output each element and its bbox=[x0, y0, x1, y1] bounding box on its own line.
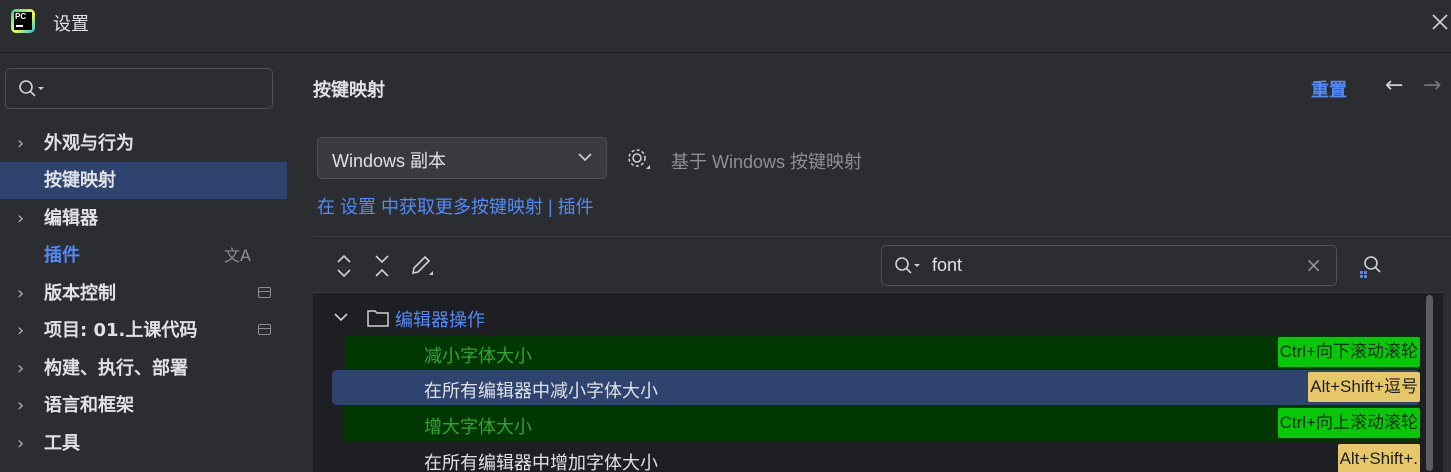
reset-button[interactable]: 重置 bbox=[1311, 76, 1347, 102]
chevron-right-icon: › bbox=[17, 208, 25, 229]
table-row[interactable]: 在所有编辑器中增加字体大小 Alt+Shift+. bbox=[343, 442, 1420, 472]
page-title: 按键映射 bbox=[313, 80, 385, 101]
settings-search-input[interactable] bbox=[5, 68, 273, 109]
project-scope-icon bbox=[258, 324, 271, 335]
shortcut-badge: Ctrl+向上滚动滚轮 bbox=[1277, 408, 1420, 438]
shortcut-badge: Alt+Shift+. bbox=[1337, 444, 1420, 472]
translate-icon: 文A bbox=[224, 246, 251, 265]
table-row[interactable]: 增大字体大小 Ctrl+向上滚动滚轮 bbox=[343, 406, 1420, 441]
close-button[interactable] bbox=[1428, 7, 1451, 37]
chevron-right-icon: › bbox=[17, 395, 25, 416]
scrollbar[interactable] bbox=[1426, 295, 1433, 471]
chevron-down-icon bbox=[334, 313, 348, 322]
project-scope-icon bbox=[258, 287, 271, 298]
more-keymaps-link[interactable]: 在 设置 中获取更多按键映射 | 插件 bbox=[317, 193, 594, 219]
sidebar-item-plugins[interactable]: 插件 文A bbox=[0, 237, 287, 274]
clear-icon[interactable]: × bbox=[1305, 253, 1322, 277]
title-bar: PC 设置 bbox=[0, 0, 1451, 53]
gear-icon[interactable] bbox=[626, 147, 652, 173]
divider bbox=[313, 236, 1451, 237]
table-row[interactable]: 在所有编辑器中减小字体大小 Alt+Shift+逗号 bbox=[332, 370, 1420, 405]
sidebar-item-build[interactable]: › 构建、执行、部署 bbox=[0, 350, 287, 387]
chevron-right-icon: › bbox=[17, 283, 25, 304]
table-row[interactable]: 减小字体大小 Ctrl+向下滚动滚轮 bbox=[346, 335, 1420, 370]
expand-all-icon[interactable] bbox=[333, 253, 355, 279]
sidebar-item-project[interactable]: › 项目: 01.上课代码 bbox=[0, 312, 287, 349]
keymap-filter-input[interactable]: font × bbox=[881, 245, 1337, 286]
chevron-right-icon: › bbox=[17, 133, 25, 154]
pycharm-logo-icon: PC bbox=[11, 9, 35, 33]
tree-group-editor-actions[interactable]: 编辑器操作 bbox=[313, 303, 1413, 333]
sidebar-item-keymap[interactable]: 按键映射 bbox=[0, 162, 287, 199]
chevron-right-icon: › bbox=[17, 358, 25, 379]
sidebar-item-editor[interactable]: › 编辑器 bbox=[0, 200, 287, 237]
forward-arrow-icon[interactable]: → bbox=[1423, 73, 1441, 98]
folder-icon bbox=[367, 310, 389, 327]
collapse-all-icon[interactable] bbox=[371, 253, 393, 279]
edit-shortcut-icon[interactable] bbox=[409, 253, 435, 279]
sidebar-item-vcs[interactable]: › 版本控制 bbox=[0, 275, 287, 312]
based-on-text: 基于 Windows 按键映射 bbox=[671, 152, 863, 172]
search-icon bbox=[19, 80, 44, 97]
keymap-panel: 按键映射 重置 ← → Windows 副本 基于 Windows 按键映射 在… bbox=[287, 53, 1451, 472]
keymap-dropdown[interactable]: Windows 副本 bbox=[317, 137, 607, 179]
find-by-shortcut-icon[interactable] bbox=[1358, 253, 1384, 279]
chevron-right-icon: › bbox=[17, 433, 25, 454]
window-title: 设置 bbox=[53, 14, 89, 35]
sidebar-item-appearance[interactable]: › 外观与行为 bbox=[0, 125, 287, 162]
chevron-down-icon bbox=[578, 153, 592, 162]
sidebar-item-tools[interactable]: › 工具 bbox=[0, 425, 287, 462]
shortcut-badge: Ctrl+向下滚动滚轮 bbox=[1277, 337, 1420, 367]
shortcut-badge: Alt+Shift+逗号 bbox=[1308, 372, 1420, 402]
search-icon bbox=[895, 257, 920, 274]
back-arrow-icon[interactable]: ← bbox=[1385, 73, 1403, 98]
close-icon bbox=[1432, 14, 1448, 30]
chevron-right-icon: › bbox=[17, 320, 25, 341]
settings-sidebar: › 外观与行为 按键映射 › 编辑器 插件 文A › 版本控制 › 项目: 01… bbox=[0, 53, 287, 471]
keymap-tree: 编辑器操作 减小字体大小 Ctrl+向下滚动滚轮 在所有编辑器中减小字体大小 A… bbox=[313, 292, 1443, 472]
sidebar-item-languages[interactable]: › 语言和框架 bbox=[0, 387, 287, 424]
